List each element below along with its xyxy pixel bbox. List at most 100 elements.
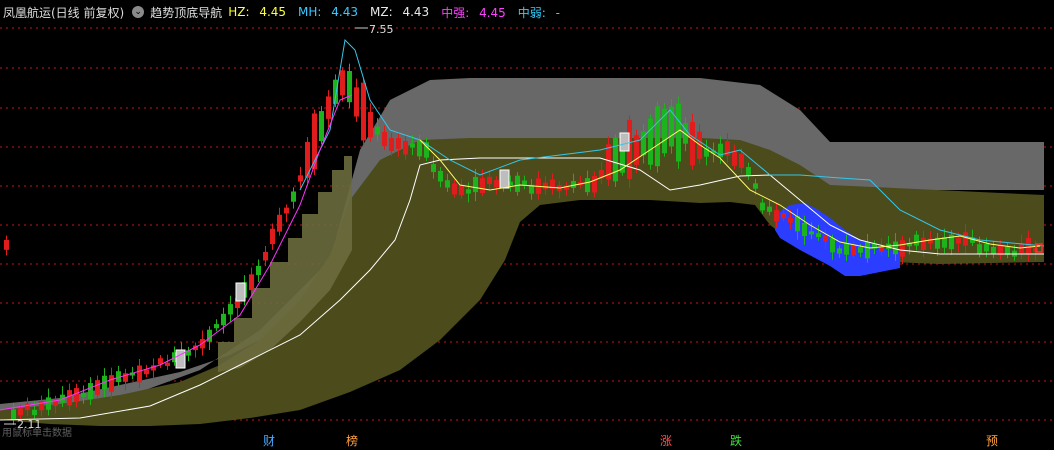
candle-body	[32, 409, 37, 416]
candle-body	[865, 242, 870, 259]
candle-body	[375, 126, 380, 135]
candle-body	[403, 141, 408, 155]
candle-body	[95, 380, 100, 395]
candle-body	[354, 87, 359, 117]
candle-body	[144, 369, 149, 375]
candle-body	[298, 175, 303, 182]
candle-body	[753, 183, 758, 189]
candle-body	[319, 111, 324, 142]
candlestick-chart[interactable]: 7.55 2.11	[0, 0, 1054, 450]
candle-body	[228, 304, 233, 315]
event-marker-ranking[interactable]: 榜	[346, 432, 358, 449]
event-marker-limit-up[interactable]: 涨	[660, 432, 672, 449]
candle-body	[410, 143, 415, 148]
highlight-candle	[235, 282, 246, 302]
candle-body	[879, 247, 884, 252]
candle-body	[340, 70, 345, 96]
candle-body	[732, 151, 737, 166]
chart-header: 凤凰航运(日线 前复权) ⌄ 趋势顶底导航 HZ: 4.45 MH: 4.43 …	[0, 0, 1054, 24]
candle-body	[655, 106, 660, 167]
candle-body	[221, 313, 226, 326]
chevron-down-icon[interactable]: ⌄	[132, 6, 145, 18]
candle-body	[585, 178, 590, 193]
candle-body	[774, 209, 779, 222]
candle-body	[256, 265, 261, 276]
candle-body	[816, 233, 821, 238]
candle-body	[760, 202, 765, 211]
candle-body	[480, 178, 485, 193]
candle-body	[466, 189, 471, 194]
candle-body	[858, 247, 863, 253]
candle-body	[487, 176, 492, 185]
candle-body	[277, 214, 282, 232]
candle-body	[956, 238, 961, 244]
zhongruo-readout: 中弱: -	[517, 5, 560, 20]
candle-body	[452, 183, 457, 195]
candle-body	[270, 228, 275, 245]
highlight-candle	[499, 169, 510, 189]
candle-body	[207, 329, 212, 342]
candle-body	[88, 383, 93, 400]
candle-body	[746, 167, 751, 176]
candle-body	[893, 241, 898, 255]
candle-body	[81, 392, 86, 397]
candle-body	[109, 375, 114, 392]
candle-body	[781, 213, 786, 219]
mz-readout: MZ: 4.43	[370, 5, 430, 19]
candle-body	[921, 238, 926, 251]
candle-body	[284, 207, 289, 214]
candle-body	[249, 274, 254, 291]
candle-body	[823, 235, 828, 242]
candle-body	[389, 138, 394, 151]
candle-body	[4, 239, 9, 250]
mh-readout: MH: 4.43	[298, 5, 359, 19]
candle-body	[347, 71, 352, 103]
candle-body	[788, 217, 793, 223]
candle-body	[739, 153, 744, 168]
candle-body	[690, 122, 695, 166]
candle-body	[613, 137, 618, 182]
candle-body	[67, 390, 72, 406]
candle-body	[984, 244, 989, 252]
high-price-label: 7.55	[369, 23, 394, 36]
event-marker-limit-down[interactable]: 跌	[730, 432, 742, 449]
candle-body	[165, 362, 170, 366]
candle-body	[963, 232, 968, 246]
candle-body	[851, 244, 856, 256]
candle-body	[592, 175, 597, 193]
candle-body	[795, 216, 800, 232]
stock-title: 凤凰航运(日线 前复权)	[3, 5, 125, 20]
candle-body	[291, 191, 296, 202]
candle-body	[438, 170, 443, 182]
candle-body	[361, 82, 366, 141]
candle-body	[11, 409, 16, 420]
candle-body	[648, 118, 653, 165]
candle-body	[515, 175, 520, 192]
candle-body	[991, 246, 996, 254]
candle-body	[844, 243, 849, 255]
candle-body	[767, 206, 772, 212]
candle-body	[802, 222, 807, 237]
zhongqiang-readout: 中强: 4.45	[441, 5, 506, 20]
event-marker-forecast[interactable]: 预	[986, 432, 998, 449]
candle-body	[137, 365, 142, 383]
candle-body	[543, 182, 548, 190]
candle-body	[333, 79, 338, 104]
candle-body	[809, 231, 814, 235]
indicator-name[interactable]: 趋势顶底导航	[150, 4, 222, 21]
candle-body	[417, 140, 422, 157]
hz-readout: HZ: 4.45	[228, 5, 287, 19]
candle-body	[837, 248, 842, 254]
candle-body	[494, 180, 499, 188]
candle-body	[263, 252, 268, 261]
candle-body	[914, 234, 919, 246]
click-data-hint: 用鼠标单击数据	[2, 428, 72, 439]
event-marker-finance[interactable]: 财	[263, 432, 275, 449]
candle-body	[214, 324, 219, 329]
candle-body	[431, 164, 436, 173]
candle-body	[74, 388, 79, 402]
candle-body	[46, 397, 51, 410]
candle-body	[459, 185, 464, 196]
candle-body	[1026, 237, 1031, 255]
candle-body	[445, 180, 450, 188]
